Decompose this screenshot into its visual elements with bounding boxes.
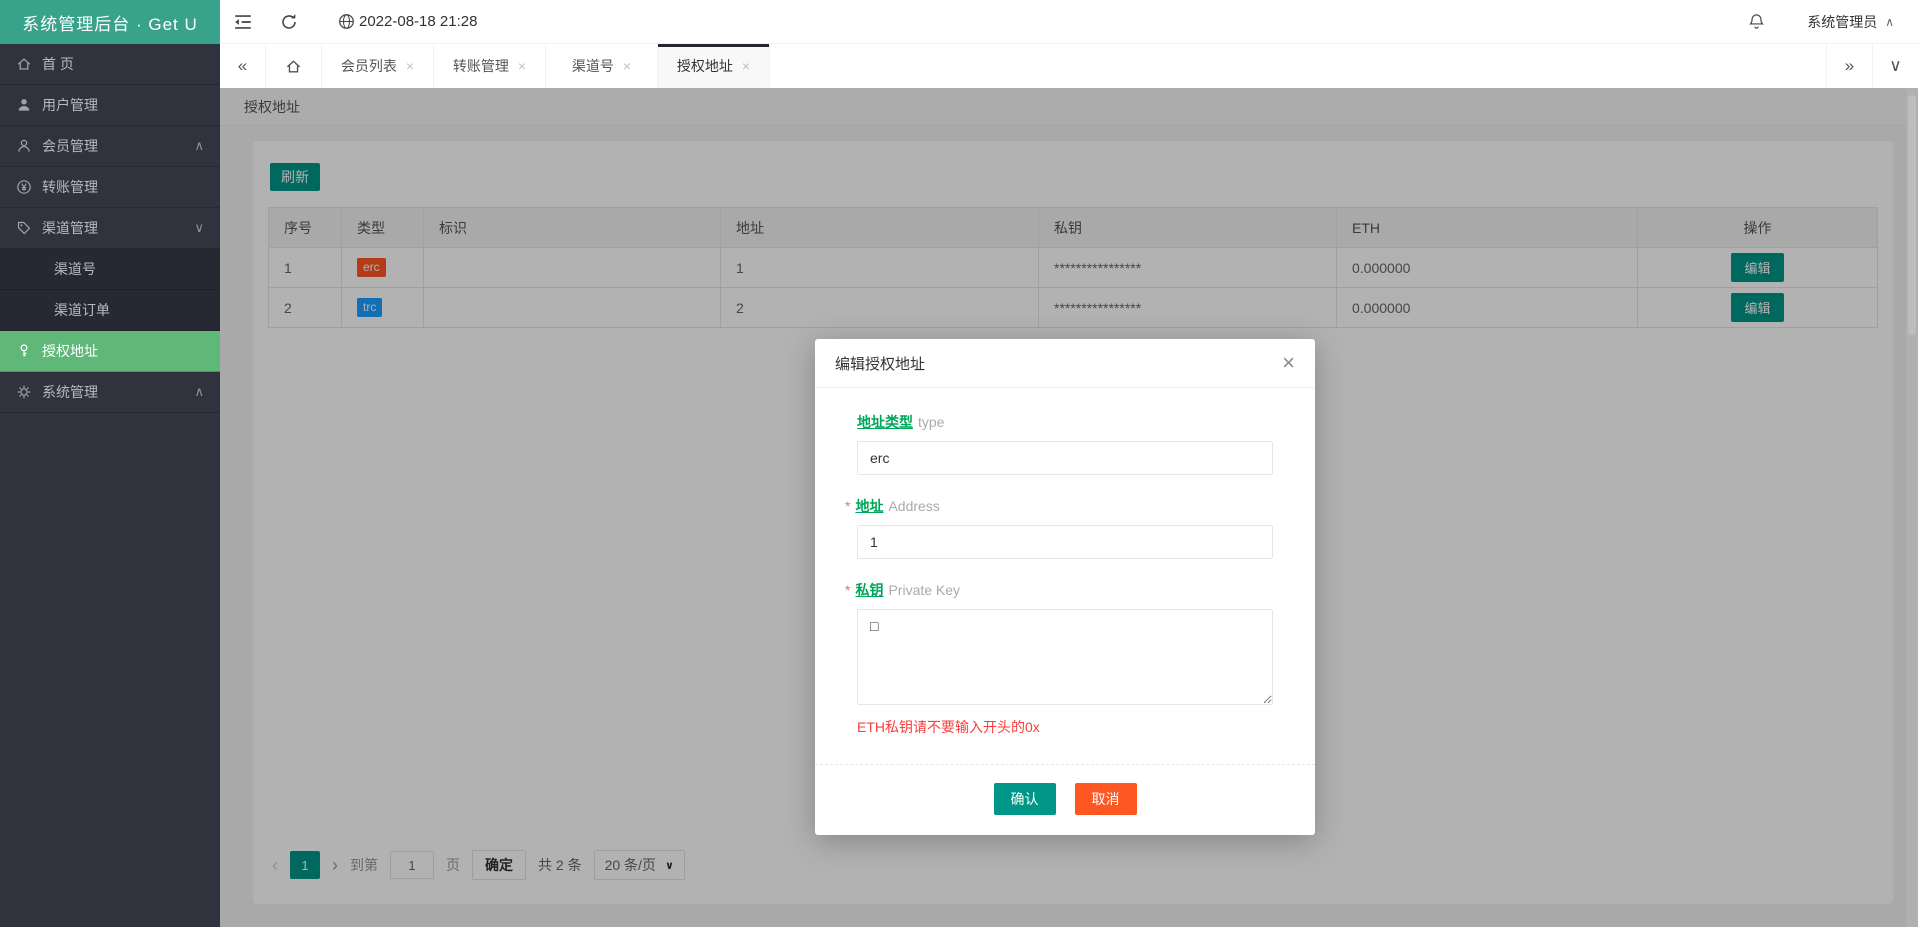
tab-label: 授权地址 bbox=[677, 56, 733, 76]
home-icon bbox=[16, 56, 32, 72]
sidebar: 系统管理后台 · Get U 首 页 用户管理 会员管理 ∧ 转账管理 渠道管理… bbox=[0, 0, 220, 927]
field-label: * 私钥 Private Key bbox=[857, 580, 1273, 600]
modal-header: 编辑授权地址 × bbox=[815, 339, 1315, 388]
tabs-scroll-right-button[interactable]: » bbox=[1826, 44, 1872, 88]
user-menu[interactable]: 系统管理员 ∧ bbox=[1807, 12, 1894, 32]
field-label-en: Private Key bbox=[888, 582, 960, 598]
sidebar-item-label: 渠道管理 bbox=[42, 218, 98, 238]
topbar: 2022-08-18 21:28 系统管理员 ∧ bbox=[220, 0, 1918, 44]
sidebar-collapse-button[interactable] bbox=[220, 0, 266, 44]
sidebar-item-label: 系统管理 bbox=[42, 382, 98, 402]
field-label-en: Address bbox=[888, 498, 939, 514]
sidebar-item-home[interactable]: 首 页 bbox=[0, 44, 220, 85]
chevron-up-icon: ∧ bbox=[194, 138, 204, 154]
tab-member-list[interactable]: 会员列表 × bbox=[322, 44, 434, 88]
page-refresh-button[interactable] bbox=[266, 0, 312, 44]
username-text: 系统管理员 bbox=[1807, 12, 1877, 32]
gear-icon bbox=[16, 384, 32, 400]
sidebar-item-system[interactable]: 系统管理 ∧ bbox=[0, 372, 220, 413]
sidebar-item-transfer[interactable]: 转账管理 bbox=[0, 167, 220, 208]
sidebar-item-label: 渠道订单 bbox=[54, 300, 110, 320]
tabs-menu-button[interactable]: ∨ bbox=[1872, 44, 1918, 88]
home-icon bbox=[285, 58, 302, 75]
field-label-cn: 地址类型 bbox=[857, 412, 913, 432]
chevron-up-icon: ∧ bbox=[1885, 15, 1894, 29]
tabs-scroll-left-button[interactable]: « bbox=[220, 44, 266, 88]
tab-label: 转账管理 bbox=[453, 56, 509, 76]
sidebar-item-label: 渠道号 bbox=[54, 259, 96, 279]
modal-title: 编辑授权地址 bbox=[835, 353, 925, 374]
tab-label: 会员列表 bbox=[341, 56, 397, 76]
sidebar-item-label: 会员管理 bbox=[42, 136, 98, 156]
close-icon[interactable]: × bbox=[623, 59, 631, 73]
user-icon bbox=[16, 97, 32, 113]
tab-channel-number[interactable]: 渠道号 × bbox=[546, 44, 658, 88]
notifications-button[interactable] bbox=[1733, 0, 1779, 44]
menu-fold-icon bbox=[232, 11, 254, 33]
field-label: * 地址 Address bbox=[857, 496, 1273, 516]
sidebar-item-label: 授权地址 bbox=[42, 341, 98, 361]
refresh-icon bbox=[279, 12, 299, 32]
scrollbar-thumb[interactable] bbox=[1908, 95, 1916, 335]
tabbar: « 会员列表 × 转账管理 × 渠道号 × 授权地址 × » ∨ bbox=[220, 44, 1918, 88]
field-address-type: 地址类型 type bbox=[857, 412, 1273, 475]
required-mark: * bbox=[845, 498, 850, 514]
sidebar-item-members[interactable]: 会员管理 ∧ bbox=[0, 126, 220, 167]
address-input[interactable] bbox=[857, 525, 1273, 559]
field-label-cn: 地址 bbox=[855, 496, 883, 516]
close-icon[interactable]: × bbox=[1282, 352, 1295, 374]
sidebar-item-channel-orders[interactable]: 渠道订单 bbox=[0, 290, 220, 331]
tab-label: 渠道号 bbox=[572, 56, 614, 76]
field-label-cn: 私钥 bbox=[855, 580, 883, 600]
sidebar-item-label: 转账管理 bbox=[42, 177, 98, 197]
bell-icon bbox=[1747, 12, 1766, 31]
chevron-down-icon: ∨ bbox=[194, 220, 204, 236]
required-mark: * bbox=[845, 582, 850, 598]
modal-body: 地址类型 type * 地址 Address * 私钥 Private Key … bbox=[815, 388, 1315, 737]
member-icon bbox=[16, 138, 32, 154]
cancel-button[interactable]: 取消 bbox=[1075, 783, 1137, 815]
field-label: 地址类型 type bbox=[857, 412, 1273, 432]
chevron-up-icon: ∧ bbox=[194, 384, 204, 400]
sidebar-item-label: 首 页 bbox=[42, 54, 74, 74]
field-private-key: * 私钥 Private Key □ ETH私钥请不要输入开头的0x bbox=[857, 580, 1273, 737]
tab-home[interactable] bbox=[266, 44, 322, 88]
tab-authorized-address[interactable]: 授权地址 × bbox=[658, 44, 770, 88]
key-icon bbox=[16, 343, 32, 359]
app-logo-title: 系统管理后台 · Get U bbox=[0, 0, 220, 44]
server-time: 2022-08-18 21:28 bbox=[338, 13, 477, 30]
modal-footer: 确认 取消 bbox=[815, 764, 1315, 835]
field-label-en: type bbox=[918, 414, 944, 430]
tag-icon bbox=[16, 220, 32, 236]
tab-transfer[interactable]: 转账管理 × bbox=[434, 44, 546, 88]
private-key-textarea[interactable]: □ bbox=[857, 609, 1273, 705]
close-icon[interactable]: × bbox=[518, 59, 526, 73]
sidebar-item-channel-number[interactable]: 渠道号 bbox=[0, 249, 220, 290]
private-key-hint: ETH私钥请不要输入开头的0x bbox=[857, 717, 1273, 737]
address-type-input[interactable] bbox=[857, 441, 1273, 475]
sidebar-item-authorized-address[interactable]: 授权地址 bbox=[0, 331, 220, 372]
edit-address-modal: 编辑授权地址 × 地址类型 type * 地址 Address * 私钥 Pri… bbox=[815, 339, 1315, 835]
sidebar-item-label: 用户管理 bbox=[42, 95, 98, 115]
close-icon[interactable]: × bbox=[406, 59, 414, 73]
confirm-button[interactable]: 确认 bbox=[994, 783, 1056, 815]
close-icon[interactable]: × bbox=[742, 59, 750, 73]
field-address: * 地址 Address bbox=[857, 496, 1273, 559]
content-scrollbar[interactable] bbox=[1906, 88, 1918, 927]
yen-icon bbox=[16, 179, 32, 195]
sidebar-item-users[interactable]: 用户管理 bbox=[0, 85, 220, 126]
sidebar-item-channels[interactable]: 渠道管理 ∨ bbox=[0, 208, 220, 249]
globe-icon bbox=[338, 13, 355, 30]
time-text: 2022-08-18 21:28 bbox=[359, 13, 477, 30]
